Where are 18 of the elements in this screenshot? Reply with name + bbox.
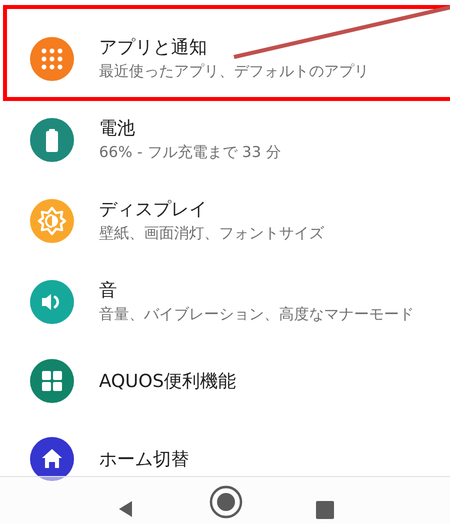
house-icon [30,437,74,481]
setting-title: ホーム切替 [99,448,189,472]
setting-title: 電池 [99,117,135,141]
speaker-icon [30,280,74,324]
battery-icon [30,118,74,162]
setting-title: ディスプレイ [99,198,207,222]
apps-grid-icon [30,36,74,80]
four-squares-icon [30,359,74,403]
setting-title: アプリと通知 [99,36,207,60]
setting-title: 音 [99,279,117,303]
setting-summary: 66% - フル充電まで 33 分 [99,142,281,163]
setting-summary: 音量、バイブレーション、高度なマナーモード [99,304,414,325]
brightness-icon [30,198,74,242]
recents-icon[interactable] [316,501,334,519]
setting-title: AQUOS便利機能 [99,370,236,394]
setting-summary: 壁紙、画面消灯、フォントサイズ [99,223,324,244]
setting-summary: 最近使ったアプリ、デフォルトのアプリ [99,61,369,82]
home-icon[interactable] [208,485,243,519]
